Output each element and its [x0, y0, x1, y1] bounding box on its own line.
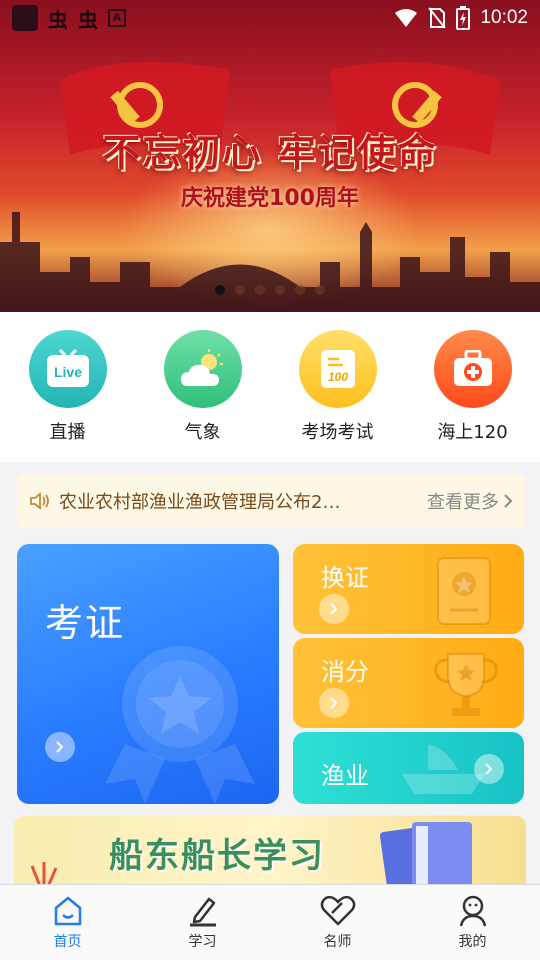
quick-item-label: 考场考试 [301, 422, 374, 443]
exam-paper-icon: 100 [298, 330, 377, 408]
weather-icon [163, 330, 242, 408]
quick-item-sea-120[interactable]: 海上120 [413, 330, 533, 462]
trophy-icon [434, 653, 498, 716]
carousel-dot[interactable] [255, 285, 265, 295]
chevron-right-icon [504, 494, 513, 508]
nav-profile[interactable]: 我的 [405, 885, 540, 960]
card-title: 换证 [321, 564, 369, 592]
nav-study[interactable]: 学习 [135, 885, 270, 960]
card-title: 消分 [321, 658, 369, 686]
notice-text[interactable]: 农业农村部渔业渔政管理局公布2… [59, 488, 384, 514]
carousel-indicator [0, 285, 540, 295]
chevron-right-icon [330, 603, 338, 615]
chevron-right-icon [56, 741, 64, 753]
battery-charging-icon [456, 6, 471, 30]
clock: 10:02 [480, 7, 528, 28]
fishery-card[interactable]: 渔业 [293, 732, 524, 804]
carousel-dot[interactable] [235, 285, 245, 295]
medal-icon [105, 646, 255, 804]
speaker-icon [30, 492, 49, 510]
quick-item-label: 直播 [49, 422, 86, 443]
study-banner-title: 船东船长学习 [109, 836, 325, 876]
quick-menu: Live 直播 气象 100 考场考试 海上120 [0, 312, 540, 462]
nav-home[interactable]: 首页 [0, 885, 135, 960]
card-title: 渔业 [321, 762, 369, 790]
go-button[interactable] [45, 732, 75, 762]
renew-certificate-card[interactable]: 换证 [293, 544, 524, 634]
nav-label: 我的 [458, 934, 487, 950]
svg-text:100: 100 [327, 370, 347, 384]
app-notification-icon [12, 5, 38, 31]
notification-glyph: 虫 [48, 7, 68, 32]
carousel-dot[interactable] [275, 285, 285, 295]
go-button[interactable] [474, 754, 504, 784]
carousel-dot-active[interactable] [215, 285, 225, 295]
points-clear-card[interactable]: 消分 [293, 638, 524, 728]
no-sim-icon [428, 7, 447, 29]
go-button[interactable] [319, 594, 349, 624]
chevron-right-icon [330, 697, 338, 709]
carousel-dot[interactable] [315, 285, 325, 295]
nav-teachers[interactable]: 名师 [270, 885, 405, 960]
live-tv-icon: Live [28, 330, 107, 408]
profile-icon [459, 895, 486, 927]
nav-label: 首页 [53, 934, 82, 950]
nav-label: 名师 [323, 934, 352, 950]
status-bar: 虫 虫 A 10:02 [0, 0, 540, 36]
notification-glyph: 虫 [78, 7, 98, 32]
carousel-dot[interactable] [295, 285, 305, 295]
quick-item-label: 气象 [184, 422, 221, 443]
view-more-label: 查看更多 [427, 492, 499, 513]
certificate-book-icon [437, 557, 491, 625]
first-aid-kit-icon [433, 330, 512, 408]
nav-label: 学习 [188, 934, 217, 950]
exam-certificate-card[interactable]: 考证 [17, 544, 279, 804]
notice-bar[interactable]: 农业农村部渔业渔政管理局公布2… 查看更多 [17, 474, 525, 528]
quick-item-exam[interactable]: 100 考场考试 [278, 330, 398, 462]
heart-icon [320, 895, 355, 926]
svg-text:Live: Live [53, 364, 81, 380]
view-more-link[interactable]: 查看更多 [427, 488, 513, 514]
bottom-navigation: 首页 学习 名师 我的 [0, 884, 540, 960]
hero-banner-carousel[interactable]: 不忘初心 牢记使命 庆祝建党100周年 [0, 0, 540, 312]
city-skyline-image [0, 212, 540, 312]
pen-icon [189, 897, 216, 927]
quick-item-label: 海上120 [437, 422, 508, 443]
banner-slogan: 不忘初心 牢记使命 [102, 130, 438, 175]
card-title: 考证 [45, 601, 126, 645]
quick-item-live[interactable]: Live 直播 [8, 330, 128, 462]
chevron-right-icon [485, 763, 493, 775]
wifi-icon [395, 9, 418, 27]
home-icon [54, 896, 81, 926]
a-badge-icon: A [108, 9, 126, 27]
quick-item-weather[interactable]: 气象 [143, 330, 263, 462]
go-button[interactable] [319, 688, 349, 718]
